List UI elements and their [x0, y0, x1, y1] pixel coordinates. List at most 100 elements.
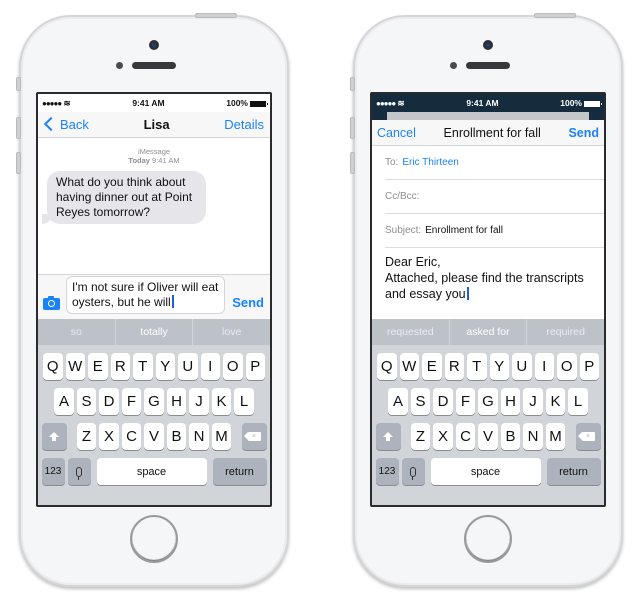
dictation-key[interactable]: [401, 458, 425, 485]
suggestion-0[interactable]: so: [38, 319, 115, 345]
cancel-button[interactable]: Cancel: [377, 126, 416, 140]
status-time: 9:41 AM: [466, 98, 499, 108]
numbers-key[interactable]: 123: [375, 458, 399, 485]
key-b[interactable]: B: [166, 423, 187, 450]
key-z[interactable]: Z: [76, 423, 97, 450]
key-row-1: QWERTYUIOP: [38, 353, 270, 380]
shift-key[interactable]: [375, 423, 401, 450]
key-p[interactable]: P: [579, 353, 599, 380]
send-button[interactable]: Send: [232, 295, 264, 310]
shift-key[interactable]: [41, 423, 67, 450]
key-w[interactable]: W: [65, 353, 85, 380]
wifi-icon: ≋: [397, 97, 405, 108]
key-a[interactable]: A: [388, 388, 408, 415]
to-label: To:: [385, 157, 399, 168]
key-t[interactable]: T: [467, 353, 487, 380]
to-field[interactable]: To: Eric Thirteen: [385, 146, 604, 180]
key-g[interactable]: G: [144, 388, 164, 415]
key-g[interactable]: G: [478, 388, 498, 415]
suggestion-2[interactable]: love: [192, 319, 270, 345]
return-key[interactable]: return: [546, 458, 601, 485]
key-n[interactable]: N: [523, 423, 543, 450]
message-body[interactable]: Dear Eric, Attached, please find the tra…: [385, 254, 604, 302]
delete-key[interactable]: ×: [241, 423, 267, 450]
suggestion-0[interactable]: requested: [372, 319, 449, 345]
key-b[interactable]: B: [500, 423, 521, 450]
key-i[interactable]: I: [200, 353, 220, 380]
message-input[interactable]: I'm not sure if Oliver will eat oysters,…: [66, 276, 226, 314]
sleep-button: [195, 13, 237, 18]
key-q[interactable]: Q: [43, 353, 63, 380]
key-x[interactable]: X: [433, 423, 453, 450]
backspace-icon: ×: [577, 432, 595, 441]
key-q[interactable]: Q: [377, 353, 397, 380]
key-s[interactable]: S: [410, 388, 431, 415]
key-o[interactable]: O: [557, 353, 577, 380]
key-l[interactable]: L: [568, 388, 588, 415]
key-m[interactable]: M: [545, 423, 566, 450]
sleep-button: [534, 13, 576, 18]
space-key[interactable]: space: [430, 458, 541, 485]
back-button[interactable]: Back: [43, 116, 89, 132]
key-a[interactable]: A: [54, 388, 74, 415]
key-k[interactable]: K: [545, 388, 566, 415]
key-u[interactable]: U: [512, 353, 532, 380]
text-caret: [171, 295, 174, 308]
key-j[interactable]: J: [523, 388, 543, 415]
key-d[interactable]: D: [433, 388, 453, 415]
key-n[interactable]: N: [189, 423, 209, 450]
key-l[interactable]: L: [234, 388, 254, 415]
key-c[interactable]: C: [121, 423, 142, 450]
suggestion-2[interactable]: required: [526, 319, 604, 345]
numbers-key[interactable]: 123: [41, 458, 65, 485]
key-e[interactable]: E: [88, 353, 108, 380]
incoming-message-bubble: What do you think about having dinner ou…: [42, 171, 206, 224]
key-f[interactable]: F: [455, 388, 476, 415]
key-u[interactable]: U: [178, 353, 198, 380]
battery-icon: [583, 100, 602, 107]
suggestion-1[interactable]: asked for: [448, 319, 527, 345]
key-h[interactable]: H: [166, 388, 187, 415]
key-h[interactable]: H: [500, 388, 521, 415]
cc-bcc-field[interactable]: Cc/Bcc:: [385, 180, 604, 214]
key-d[interactable]: D: [99, 388, 119, 415]
status-bar: ●●●●● ≋ 9:41 AM 100%: [372, 94, 604, 112]
key-y[interactable]: Y: [489, 353, 509, 380]
send-button[interactable]: Send: [568, 126, 599, 140]
key-m[interactable]: M: [211, 423, 232, 450]
body-line-1: Dear Eric,: [385, 255, 441, 269]
front-camera-icon: [483, 40, 493, 50]
details-button[interactable]: Details: [224, 117, 264, 132]
dictation-key[interactable]: [67, 458, 91, 485]
camera-icon[interactable]: [43, 296, 60, 310]
recipient-token[interactable]: Eric Thirteen: [402, 157, 459, 168]
key-v[interactable]: V: [478, 423, 498, 450]
key-x[interactable]: X: [99, 423, 119, 450]
key-p[interactable]: P: [245, 353, 265, 380]
key-o[interactable]: O: [223, 353, 243, 380]
space-key[interactable]: space: [96, 458, 207, 485]
return-key[interactable]: return: [212, 458, 267, 485]
key-j[interactable]: J: [189, 388, 209, 415]
home-button[interactable]: [464, 515, 512, 563]
key-t[interactable]: T: [133, 353, 153, 380]
subject-field[interactable]: Subject: Enrollment for fall: [385, 214, 604, 248]
key-r[interactable]: R: [444, 353, 464, 380]
proximity-sensor: [116, 62, 123, 69]
delete-key[interactable]: ×: [575, 423, 601, 450]
home-button[interactable]: [130, 515, 178, 563]
key-y[interactable]: Y: [155, 353, 175, 380]
key-k[interactable]: K: [211, 388, 232, 415]
key-s[interactable]: S: [76, 388, 97, 415]
key-v[interactable]: V: [144, 423, 164, 450]
key-c[interactable]: C: [455, 423, 476, 450]
key-w[interactable]: W: [399, 353, 419, 380]
key-z[interactable]: Z: [410, 423, 431, 450]
key-r[interactable]: R: [110, 353, 130, 380]
key-e[interactable]: E: [422, 353, 442, 380]
key-i[interactable]: I: [534, 353, 554, 380]
suggestion-1[interactable]: totally: [114, 319, 193, 345]
key-row-4: 123 space return: [38, 458, 270, 485]
key-f[interactable]: F: [121, 388, 142, 415]
timestamp-day: Today: [128, 156, 150, 165]
